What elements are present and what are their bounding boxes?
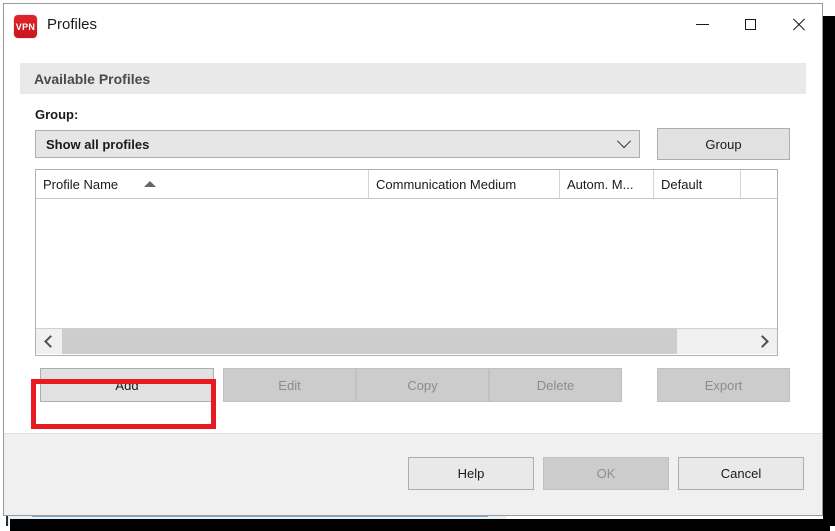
group-button[interactable]: Group <box>657 128 790 160</box>
maximize-icon <box>744 18 756 30</box>
table-body[interactable] <box>36 199 777 328</box>
vpn-app-icon: VPN <box>14 15 37 38</box>
cancel-button[interactable]: Cancel <box>678 457 804 490</box>
edit-button: Edit <box>223 368 356 402</box>
scrollbar-thumb[interactable] <box>62 329 677 354</box>
vpn-app-icon-label: VPN <box>15 21 36 32</box>
minimize-icon <box>695 23 709 25</box>
help-button[interactable]: Help <box>408 457 534 490</box>
section-header-label: Available Profiles <box>34 70 151 87</box>
horizontal-scrollbar[interactable] <box>36 328 777 354</box>
action-button-row: Add Edit Copy Delete Export <box>4 368 822 408</box>
close-icon <box>792 18 805 31</box>
group-select-value: Show all profiles <box>46 136 150 152</box>
group-select[interactable]: Show all profiles <box>35 130 640 158</box>
scroll-left-button[interactable] <box>36 329 62 354</box>
column-header-label: Profile Name <box>43 176 119 192</box>
chevron-down-icon <box>609 134 639 149</box>
column-header-autom-m[interactable]: Autom. M... <box>560 170 654 198</box>
screen: VPN Profiles Available Profiles Group: S… <box>0 0 835 531</box>
chevron-left-icon <box>44 335 57 348</box>
column-header-spacer[interactable] <box>741 170 777 198</box>
profiles-table: Profile Name Communication Medium Autom.… <box>35 169 778 356</box>
group-label: Group: <box>35 107 79 122</box>
delete-button: Delete <box>489 368 622 402</box>
column-header-communication-medium[interactable]: Communication Medium <box>369 170 560 198</box>
chevron-right-icon <box>756 335 769 348</box>
section-header-available-profiles: Available Profiles <box>20 63 806 94</box>
window-drop-shadow-right <box>823 16 835 526</box>
table-header-row: Profile Name Communication Medium Autom.… <box>36 170 777 199</box>
copy-button: Copy <box>356 368 489 402</box>
close-button[interactable] <box>774 4 822 44</box>
minimize-button[interactable] <box>678 4 726 44</box>
titlebar: VPN Profiles <box>4 4 822 50</box>
scroll-right-button[interactable] <box>751 329 777 354</box>
maximize-button[interactable] <box>726 4 774 44</box>
column-header-profile-name[interactable]: Profile Name <box>36 170 369 198</box>
sort-ascending-icon <box>144 181 157 187</box>
dialog-content: Available Profiles Group: Show all profi… <box>4 50 822 433</box>
export-button: Export <box>657 368 790 402</box>
add-button[interactable]: Add <box>40 368 214 402</box>
window-title: Profiles <box>47 16 98 33</box>
dialog-footer: Help OK Cancel <box>4 433 822 515</box>
column-header-default[interactable]: Default <box>654 170 741 198</box>
profiles-dialog: VPN Profiles Available Profiles Group: S… <box>3 3 823 516</box>
window-controls <box>678 4 822 44</box>
window-drop-shadow-bottom <box>10 519 830 531</box>
scrollbar-track[interactable] <box>62 329 751 354</box>
ok-button: OK <box>543 457 669 490</box>
